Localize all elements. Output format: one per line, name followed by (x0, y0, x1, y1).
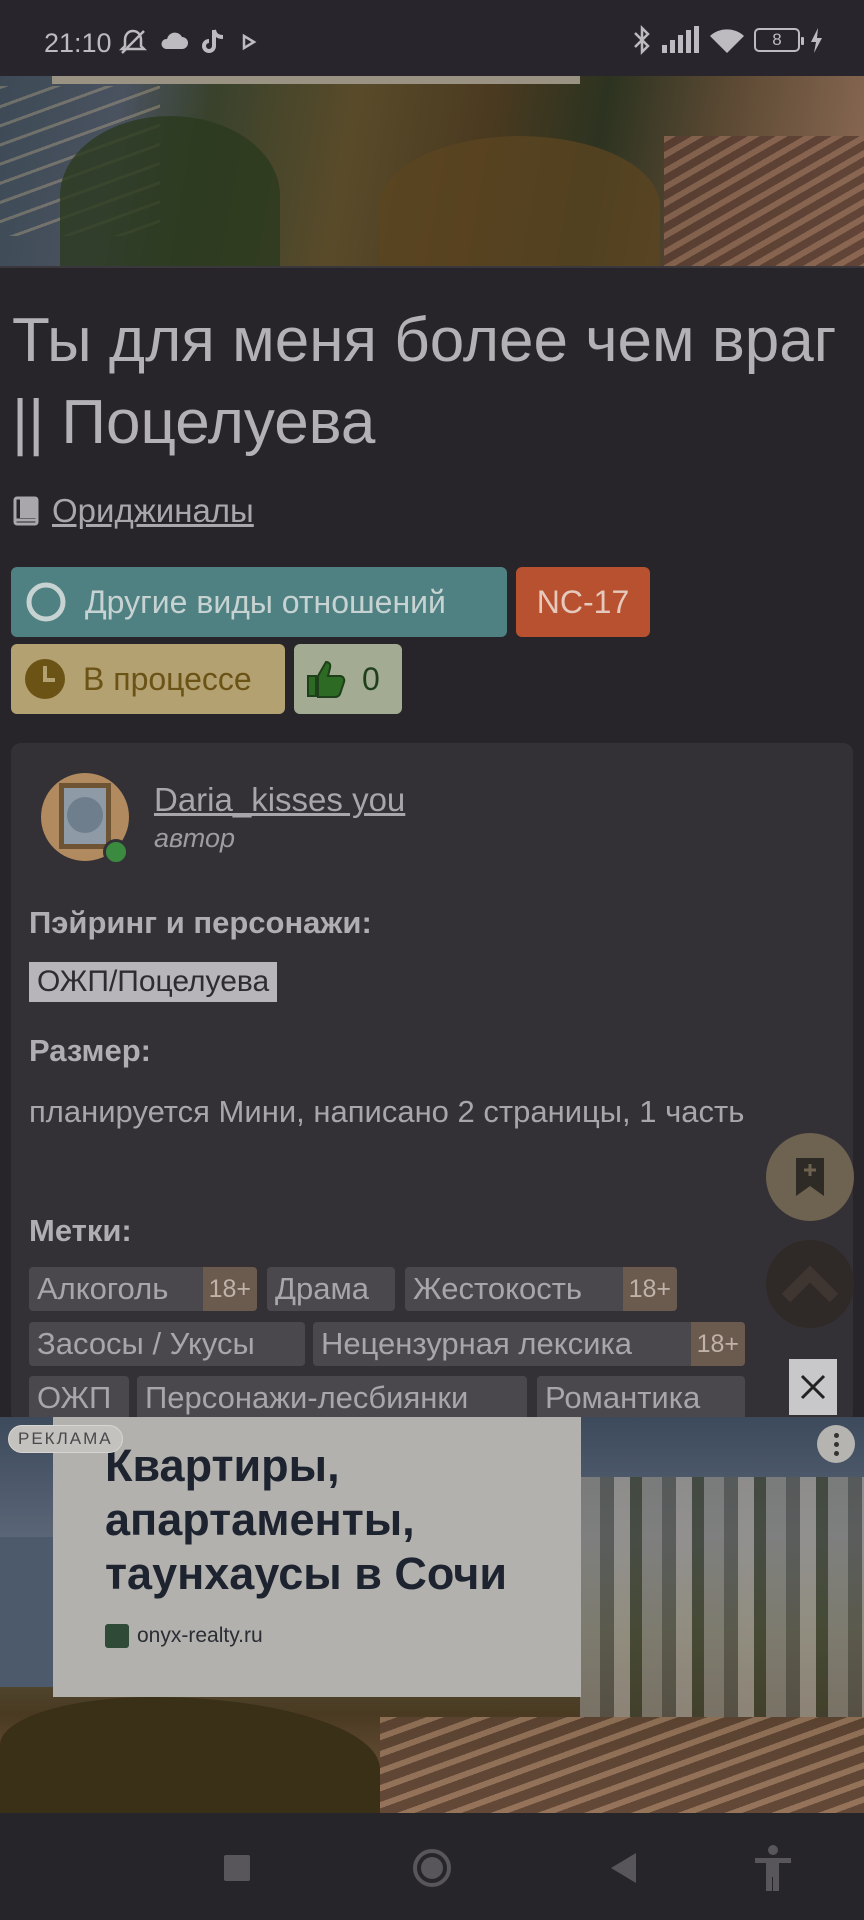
ad-close-button[interactable] (789, 1359, 837, 1415)
ad-domain-row[interactable]: onyx-realty.ru (105, 1624, 263, 1648)
recents-button[interactable] (202, 1833, 272, 1903)
pairing-tag[interactable]: ОЖП/Поцелуева (29, 962, 278, 1002)
size-value: планируется Мини, написано 2 страницы, 1… (29, 1094, 745, 1129)
tag-item[interactable]: Засосы / Укусы (29, 1322, 305, 1366)
tag-item[interactable]: Романтика (537, 1376, 745, 1420)
accessibility-button[interactable] (738, 1833, 808, 1903)
ad-favicon (105, 1624, 129, 1648)
ad-domain[interactable]: onyx-realty.ru (137, 1624, 263, 1648)
ad-banner[interactable]: Квартиры, апартаменты, таунхаусы в Сочи … (0, 1417, 864, 1813)
size-label: Размер: (29, 1033, 151, 1068)
tags-label: Метки: (29, 1213, 132, 1248)
story-info-card: Daria_kisses you автор Пэйринг и персона… (11, 743, 853, 1423)
header-image (0, 76, 864, 266)
scroll-to-top-button[interactable] (766, 1240, 854, 1328)
home-button[interactable] (397, 1833, 467, 1903)
chevron-up-icon (781, 1265, 839, 1303)
status-label: В процессе (83, 660, 252, 697)
rating-badge[interactable]: NC-17 (516, 567, 650, 637)
back-icon (611, 1853, 636, 1883)
book-icon (13, 496, 39, 526)
ad-label: РЕКЛАМА (8, 1425, 123, 1453)
age-badge: 18+ (622, 1267, 677, 1311)
rating-label: NC-17 (536, 583, 630, 620)
tiktok-icon (202, 29, 224, 53)
tag-item[interactable]: Жестокость 18+ (405, 1267, 677, 1311)
status-time: 21:10 (44, 28, 112, 58)
ad-headline[interactable]: Квартиры, апартаменты, таунхаусы в Сочи (105, 1439, 565, 1601)
accessibility-icon (755, 1845, 791, 1891)
tag-item[interactable]: Драма (267, 1267, 395, 1311)
battery-icon: 8 (754, 28, 804, 52)
status-icons-left (118, 27, 260, 57)
tag-item[interactable]: Нецензурная лексика 18+ (313, 1322, 745, 1366)
tag-item[interactable]: Персонажи-лесбиянки (137, 1376, 527, 1420)
thumbs-up-icon (307, 660, 346, 698)
home-icon (413, 1849, 451, 1887)
story-title: Ты для меня более чем враг || Поцелуева (12, 306, 837, 457)
circle-icon (26, 582, 66, 622)
status-badge[interactable]: В процессе (11, 644, 285, 714)
likes-count: 0 (362, 660, 380, 697)
charging-icon (811, 28, 822, 53)
navigation-bar (0, 1813, 864, 1920)
status-icons-right: 8 (632, 24, 824, 56)
clock-icon (25, 659, 65, 699)
tag-item[interactable]: Алкоголь 18+ (29, 1267, 257, 1311)
online-indicator (103, 839, 129, 865)
tag-item[interactable]: ОЖП (29, 1376, 129, 1420)
fandom-link-row[interactable]: Ориджиналы (12, 492, 254, 530)
square-icon (224, 1855, 250, 1881)
author-link[interactable]: Daria_kisses you (154, 781, 405, 819)
age-badge: 18+ (202, 1267, 257, 1311)
status-bar: 21:10 8 (0, 0, 864, 76)
battery-level: 8 (772, 30, 782, 49)
more-icon[interactable] (817, 1425, 855, 1463)
mute-icon (118, 29, 148, 54)
signal-icon (662, 26, 699, 53)
scroll-progress-bar (52, 76, 580, 84)
cloud-icon (161, 32, 188, 49)
likes-button[interactable]: 0 (294, 644, 402, 714)
age-badge: 18+ (690, 1322, 745, 1366)
ad-text-panel[interactable]: Квартиры, апартаменты, таунхаусы в Сочи … (53, 1417, 581, 1697)
add-bookmark-button[interactable] (766, 1133, 854, 1221)
back-button[interactable] (589, 1833, 659, 1903)
fandom-link[interactable]: Ориджиналы (52, 492, 254, 530)
author-role: автор (154, 823, 236, 853)
wifi-icon (710, 29, 744, 53)
play-icon (242, 33, 257, 51)
bookmark-add-icon (796, 1158, 824, 1196)
close-icon (800, 1374, 826, 1400)
pairing-label: Пэйринг и персонажи: (29, 905, 372, 940)
bluetooth-icon (634, 24, 650, 56)
direction-badge[interactable]: Другие виды отношений (11, 567, 507, 637)
direction-label: Другие виды отношений (85, 583, 446, 620)
